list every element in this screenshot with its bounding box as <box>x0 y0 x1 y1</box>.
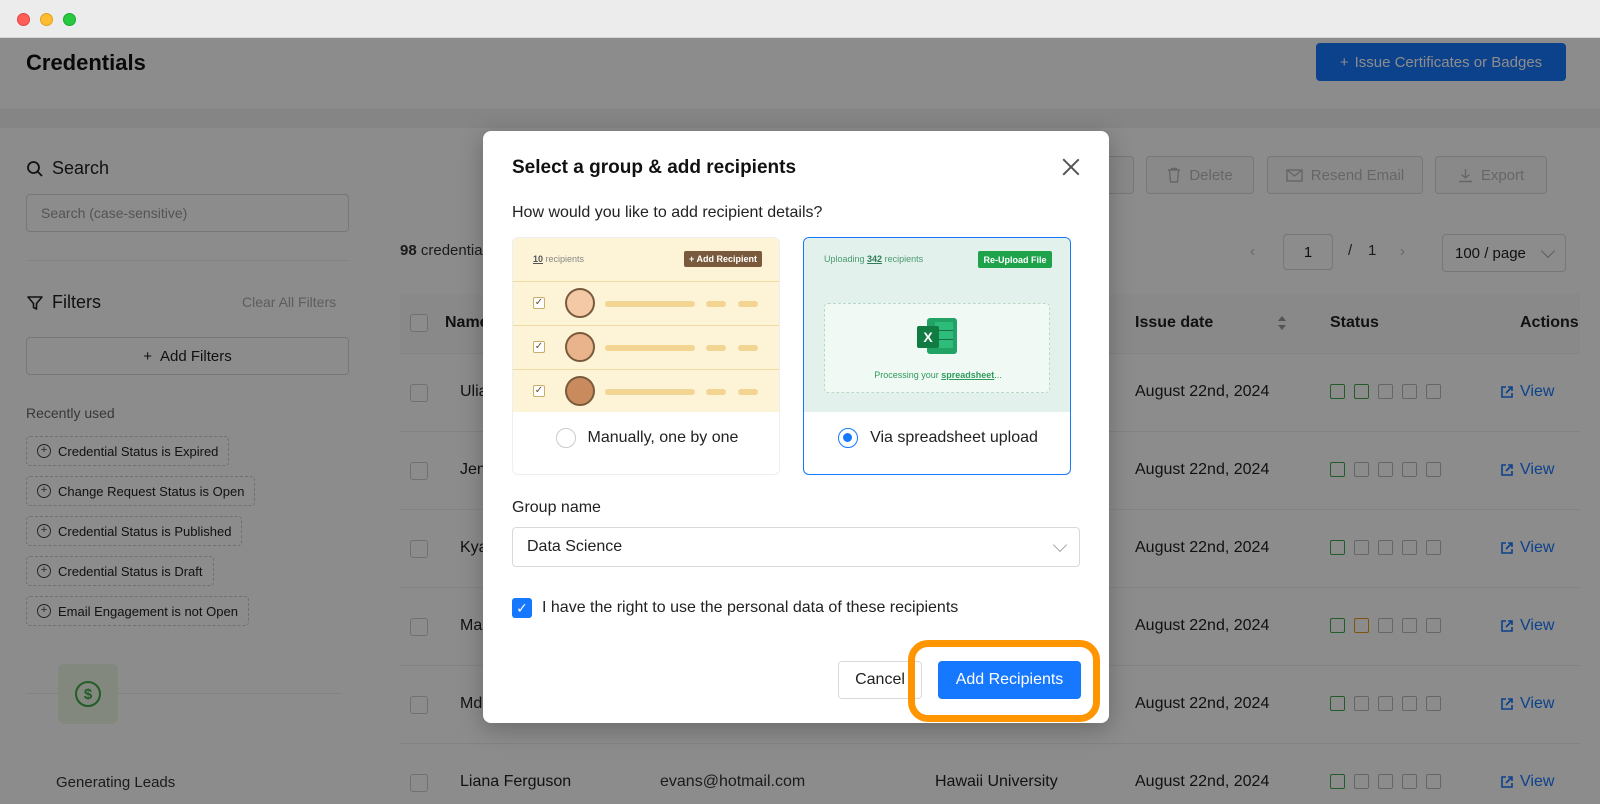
group-name-label: Group name <box>512 499 601 516</box>
check-icon: ✓ <box>533 341 545 353</box>
check-icon: ✓ <box>533 385 545 397</box>
mini-count-number: 10 <box>533 254 544 264</box>
option-spreadsheet-card[interactable]: Uploading 342 recipients Re-Upload File … <box>803 237 1071 475</box>
manual-option-label: Manually, one by one <box>587 429 739 446</box>
mini-add-recipient-button: + Add Recipient <box>684 251 762 267</box>
consent-row[interactable]: ✓ I have the right to use the personal d… <box>512 598 958 618</box>
add-recipients-button[interactable]: Add Recipients <box>938 661 1081 699</box>
consent-checkbox[interactable]: ✓ <box>512 598 532 618</box>
mini-upload-count: Uploading 342 recipients <box>824 254 923 264</box>
mini-row: ✓ <box>513 281 779 325</box>
group-name-value: Data Science <box>527 538 623 555</box>
spreadsheet-radio-row[interactable]: Via spreadsheet upload <box>804 428 1070 448</box>
minimize-window-button[interactable] <box>40 13 53 26</box>
consent-label: I have the right to use the personal dat… <box>542 599 959 616</box>
processing-link: spreadsheet <box>941 370 995 380</box>
uploading-prefix: Uploading <box>824 254 865 264</box>
excel-icon: X <box>917 318 957 354</box>
group-name-select[interactable]: Data Science <box>512 527 1080 567</box>
placeholder-bar <box>738 345 758 351</box>
placeholder-bar <box>706 301 726 307</box>
spreadsheet-option-label: Via spreadsheet upload <box>870 429 1038 446</box>
placeholder-bar <box>738 389 758 395</box>
placeholder-bar <box>605 345 695 351</box>
zoom-window-button[interactable] <box>63 13 76 26</box>
spreadsheet-radio[interactable] <box>838 428 859 448</box>
chevron-down-icon <box>1052 537 1068 552</box>
processing-suffix: ... <box>994 370 1002 380</box>
placeholder-bar <box>706 345 726 351</box>
close-icon[interactable] <box>1061 157 1081 177</box>
modal-title: Select a group & add recipients <box>512 157 797 178</box>
processing-prefix: Processing your <box>874 370 939 380</box>
spreadsheet-illustration: Uploading 342 recipients Re-Upload File … <box>804 238 1070 412</box>
manual-illustration: 10 recipients + Add Recipient ✓ ✓ ✓ <box>513 238 779 413</box>
close-window-button[interactable] <box>17 13 30 26</box>
avatar <box>565 332 595 362</box>
mini-row: ✓ <box>513 369 779 413</box>
avatar <box>565 288 595 318</box>
avatar <box>565 376 595 406</box>
option-manual-card[interactable]: 10 recipients + Add Recipient ✓ ✓ ✓ Manu… <box>512 237 780 475</box>
mini-count-suffix: recipients <box>545 254 585 264</box>
upload-count-suffix: recipients <box>884 254 924 264</box>
placeholder-bar <box>605 389 695 395</box>
placeholder-bar <box>605 301 695 307</box>
mini-reupload-button: Re-Upload File <box>978 251 1052 268</box>
manual-radio[interactable] <box>555 428 576 448</box>
processing-text: Processing your spreadsheet... <box>825 370 1051 380</box>
modal-question: How would you like to add recipient deta… <box>512 204 823 221</box>
cancel-button[interactable]: Cancel <box>838 661 922 699</box>
add-recipients-modal: Select a group & add recipients How woul… <box>483 131 1109 723</box>
mini-recipient-count: 10 recipients <box>533 254 584 264</box>
placeholder-bar <box>706 389 726 395</box>
check-icon: ✓ <box>533 297 545 309</box>
upload-drop-zone: X Processing your spreadsheet... <box>824 303 1050 393</box>
mini-row: ✓ <box>513 325 779 369</box>
placeholder-bar <box>738 301 758 307</box>
upload-count-number: 342 <box>867 254 883 264</box>
window-titlebar <box>0 0 1600 38</box>
manual-radio-row[interactable]: Manually, one by one <box>513 428 779 448</box>
